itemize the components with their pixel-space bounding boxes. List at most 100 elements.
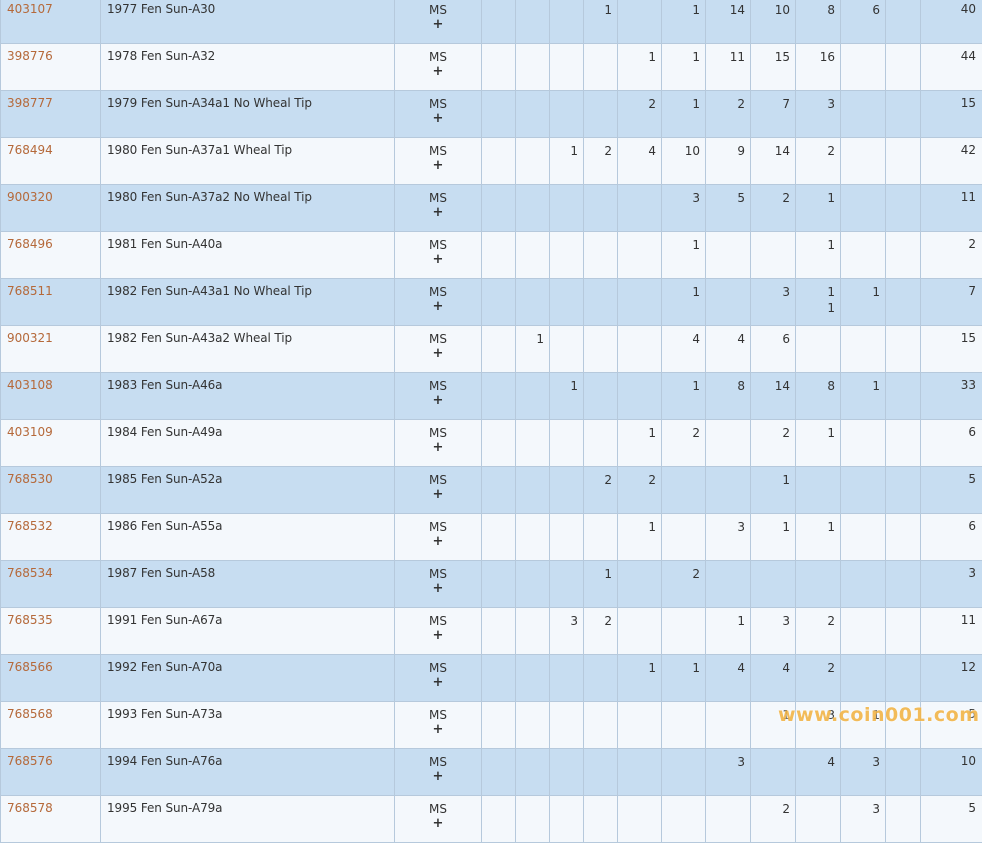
grade-count: 8 — [706, 378, 745, 394]
grade-count-cell: 1 — [662, 373, 706, 420]
grade-count: 1 — [796, 284, 835, 300]
cert-cell: 768578 — [1, 796, 101, 843]
grade-count-cell — [841, 514, 886, 561]
grade-count-cell: 8 — [706, 373, 751, 420]
plus-grade-toggle[interactable]: + — [395, 206, 481, 220]
grade-cell: MS+ — [395, 749, 482, 796]
grade-count-cell: 11 — [796, 279, 841, 326]
grade-count: 4 — [706, 331, 745, 347]
grade-count: 1 — [841, 284, 880, 300]
grade-count-cell — [662, 702, 706, 749]
cert-link[interactable]: 900321 — [7, 331, 53, 345]
grade-count-cell: 1 — [751, 514, 796, 561]
plus-grade-toggle[interactable]: + — [395, 817, 481, 831]
cert-cell: 900321 — [1, 326, 101, 373]
grade-count-cell — [482, 608, 516, 655]
grade-count: 1 — [796, 190, 835, 206]
grade-label: MS — [395, 143, 481, 159]
grade-count-cell — [886, 561, 921, 608]
plus-grade-toggle[interactable]: + — [395, 629, 481, 643]
grade-count-cell — [841, 655, 886, 702]
plus-grade-toggle[interactable]: + — [395, 347, 481, 361]
plus-grade-toggle[interactable]: + — [395, 112, 481, 126]
grade-count-cell — [886, 420, 921, 467]
grade-count: 1 — [841, 378, 880, 394]
cert-link[interactable]: 398777 — [7, 96, 53, 110]
grade-count-cell — [516, 279, 550, 326]
grade-count-cell — [886, 514, 921, 561]
plus-grade-toggle[interactable]: + — [395, 676, 481, 690]
grade-count: 3 — [662, 190, 700, 206]
grade-count-cell: 6 — [841, 0, 886, 44]
grade-count: 1 — [662, 2, 700, 18]
grade-count-cell — [482, 0, 516, 44]
cert-link[interactable]: 768494 — [7, 143, 53, 157]
cert-link[interactable]: 768578 — [7, 801, 53, 815]
grade-count: 14 — [706, 2, 745, 18]
coin-description: 1980 Fen Sun-A37a2 No Wheal Tip — [101, 185, 395, 232]
cert-link[interactable]: 768530 — [7, 472, 53, 486]
cert-link[interactable]: 768534 — [7, 566, 53, 580]
coin-description: 1977 Fen Sun-A30 — [101, 0, 395, 44]
grade-count: 2 — [584, 472, 612, 488]
cert-link[interactable]: 768566 — [7, 660, 53, 674]
grade-count-cell — [841, 608, 886, 655]
grade-count-cell: 1 — [796, 232, 841, 279]
grade-count: 3 — [796, 96, 835, 112]
cert-link[interactable]: 403109 — [7, 425, 53, 439]
grade-count: 2 — [618, 96, 656, 112]
cert-link[interactable]: 398776 — [7, 49, 53, 63]
table-row: 4031091984 Fen Sun-A49aMS+12216 — [1, 420, 982, 467]
plus-grade-toggle[interactable]: + — [395, 770, 481, 784]
grade-count-cell — [841, 420, 886, 467]
grade-count-cell — [550, 655, 584, 702]
grade-count-cell: 1 — [796, 514, 841, 561]
plus-grade-toggle[interactable]: + — [395, 18, 481, 32]
grade-count: 3 — [841, 801, 880, 817]
grade-count: 1 — [796, 519, 835, 535]
cert-cell: 768494 — [1, 138, 101, 185]
grade-count-cell: 3 — [796, 702, 841, 749]
grade-count-cell — [584, 796, 618, 843]
plus-grade-toggle[interactable]: + — [395, 159, 481, 173]
cert-link[interactable]: 900320 — [7, 190, 53, 204]
cert-link[interactable]: 768568 — [7, 707, 53, 721]
grade-count: 2 — [796, 613, 835, 629]
plus-grade-toggle[interactable]: + — [395, 488, 481, 502]
grade-count-cell — [618, 326, 662, 373]
cert-link[interactable]: 768511 — [7, 284, 53, 298]
grade-count-cell — [796, 561, 841, 608]
grade-count-cell — [618, 373, 662, 420]
grade-count: 1 — [751, 519, 790, 535]
plus-grade-toggle[interactable]: + — [395, 441, 481, 455]
cert-link[interactable]: 768532 — [7, 519, 53, 533]
plus-grade-toggle[interactable]: + — [395, 394, 481, 408]
grade-cell: MS+ — [395, 138, 482, 185]
grade-count-cell — [886, 91, 921, 138]
cert-link[interactable]: 768496 — [7, 237, 53, 251]
cert-link[interactable]: 403108 — [7, 378, 53, 392]
total-count: 5 — [921, 702, 982, 749]
table-row: 9003201980 Fen Sun-A37a2 No Wheal TipMS+… — [1, 185, 982, 232]
grade-count-cell: 1 — [751, 467, 796, 514]
plus-grade-toggle[interactable]: + — [395, 535, 481, 549]
grade-count: 2 — [751, 801, 790, 817]
plus-grade-toggle[interactable]: + — [395, 582, 481, 596]
grade-count-cell — [841, 44, 886, 91]
grade-cell: MS+ — [395, 561, 482, 608]
cert-link[interactable]: 768576 — [7, 754, 53, 768]
plus-grade-toggle[interactable]: + — [395, 253, 481, 267]
grade-count-cell: 1 — [618, 44, 662, 91]
grade-count-cell — [841, 91, 886, 138]
plus-grade-toggle[interactable]: + — [395, 65, 481, 79]
grade-count-cell: 1 — [796, 185, 841, 232]
plus-grade-toggle[interactable]: + — [395, 300, 481, 314]
cert-link[interactable]: 403107 — [7, 2, 53, 16]
plus-grade-toggle[interactable]: + — [395, 723, 481, 737]
grade-count-cell: 3 — [662, 185, 706, 232]
grade-count: 6 — [751, 331, 790, 347]
grade-count-cell: 14 — [706, 0, 751, 44]
grade-cell: MS+ — [395, 279, 482, 326]
cert-link[interactable]: 768535 — [7, 613, 53, 627]
table-row: 7685111982 Fen Sun-A43a1 No Wheal TipMS+… — [1, 279, 982, 326]
